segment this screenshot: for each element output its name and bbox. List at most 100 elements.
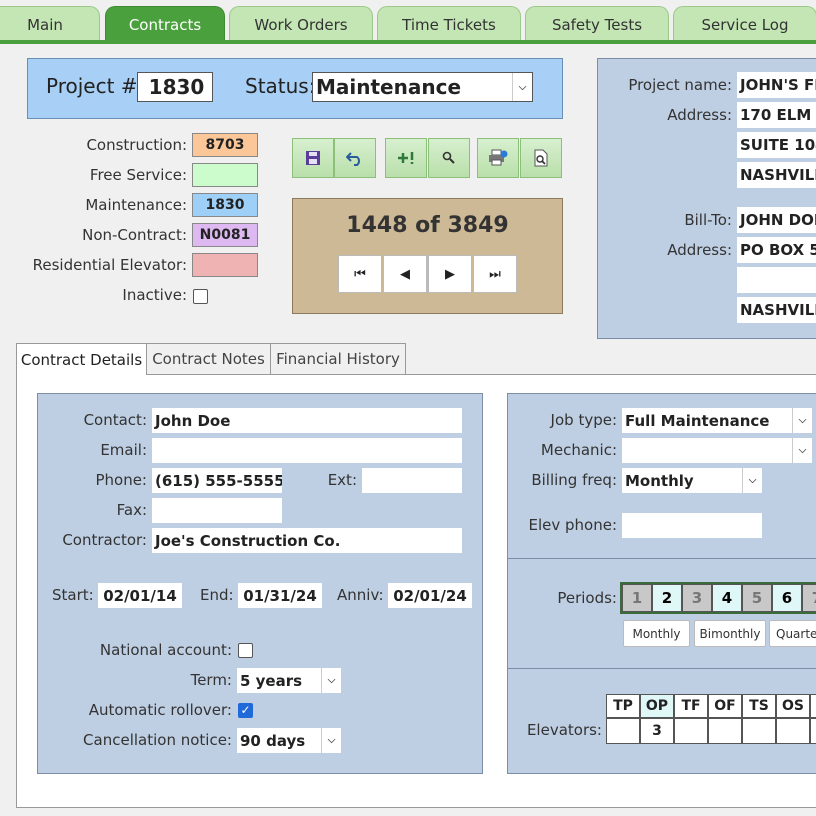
next-record-button[interactable]: ▶ — [428, 255, 472, 293]
bill-address-line3-value: NASHVILL — [740, 301, 816, 319]
period-3[interactable]: 3 — [682, 584, 712, 612]
chevron-down-icon[interactable]: ⌵ — [742, 468, 762, 493]
bill-to-field[interactable]: JOHN DOE — [737, 207, 816, 233]
undo-button[interactable] — [334, 138, 376, 178]
period-2[interactable]: 2 — [652, 584, 682, 612]
chevron-down-icon[interactable]: ⌵ — [792, 408, 812, 433]
period-4-label: 4 — [721, 589, 733, 607]
add-new-button[interactable] — [385, 138, 427, 178]
address-line1-field[interactable]: 170 ELM S — [737, 102, 816, 128]
elevator-count-of[interactable] — [708, 718, 742, 744]
tab-work-orders[interactable]: Work Orders — [229, 6, 373, 42]
periods-panel — [507, 558, 816, 670]
elevator-count-d[interactable] — [810, 718, 816, 744]
tab-contract-details[interactable]: Contract Details — [16, 343, 147, 375]
address-line3-value: NASHVILL — [740, 166, 816, 184]
tab-contract-details-label: Contract Details — [20, 350, 143, 369]
elevator-header-of-label: OF — [714, 698, 736, 714]
first-record-button[interactable]: ⏮ — [338, 255, 382, 293]
bill-address-line3-field[interactable]: NASHVILL — [737, 297, 816, 323]
contractor-label: Contractor: — [62, 531, 147, 549]
address-line3-field[interactable]: NASHVILL — [737, 162, 816, 188]
tab-service-log[interactable]: Service Log — [673, 6, 816, 42]
elevator-count-op[interactable]: 3 — [640, 718, 674, 744]
ext-label: Ext: — [327, 471, 357, 489]
non-contract-swatch: N0081 — [192, 223, 258, 247]
elevator-count-tp[interactable] — [606, 718, 640, 744]
tab-main[interactable]: Main — [0, 6, 100, 42]
elevator-header-os: OS — [776, 694, 810, 718]
job-type-label: Job type: — [550, 411, 617, 429]
contractor-field[interactable]: Joe's Construction Co. — [152, 528, 462, 553]
period-3-label: 3 — [691, 589, 703, 607]
phone-field[interactable]: (615) 555-5555 — [152, 468, 282, 493]
periods-label: Periods: — [557, 589, 617, 607]
mechanic-select[interactable]: ⌵ — [622, 438, 812, 463]
tab-financial-history[interactable]: Financial History — [270, 343, 406, 374]
bimonthly-button[interactable]: Bimonthly — [694, 620, 766, 647]
elevator-count-tf[interactable] — [674, 718, 708, 744]
elevator-count-os[interactable] — [776, 718, 810, 744]
project-number-field[interactable]: 1830 — [137, 72, 213, 102]
bill-address-line2-field[interactable] — [737, 267, 816, 293]
tab-contracts-label: Contracts — [128, 15, 202, 34]
job-type-value: Full Maintenance — [625, 411, 770, 430]
end-date-field[interactable]: 01/31/24 — [238, 583, 322, 608]
chevron-down-icon[interactable]: ⌵ — [512, 73, 532, 101]
search-button[interactable] — [428, 138, 470, 178]
inactive-checkbox[interactable] — [193, 289, 208, 304]
address-label: Address: — [667, 106, 732, 124]
term-select[interactable]: 5 years ⌵ — [237, 668, 341, 693]
elevator-header-op-label: OP — [645, 698, 669, 714]
print-button[interactable] — [477, 138, 519, 178]
ext-field[interactable] — [362, 468, 462, 493]
elevator-count-ts[interactable] — [742, 718, 776, 744]
first-record-icon: ⏮ — [354, 266, 366, 282]
print-icon — [489, 149, 508, 166]
start-date-field[interactable]: 02/01/14 — [98, 583, 182, 608]
elevator-header-tf: TF — [674, 694, 708, 718]
rollover-checkbox[interactable]: ✓ — [238, 703, 253, 718]
previous-record-button[interactable]: ◀ — [383, 255, 427, 293]
period-6[interactable]: 6 — [772, 584, 802, 612]
last-record-button[interactable]: ⏭ — [473, 255, 517, 293]
period-5[interactable]: 5 — [742, 584, 772, 612]
period-7[interactable]: 7 — [802, 584, 816, 612]
monthly-button[interactable]: Monthly — [623, 620, 690, 647]
last-record-icon: ⏭ — [489, 266, 501, 282]
elevator-header-op: OP — [640, 694, 674, 718]
chevron-down-icon[interactable]: ⌵ — [321, 728, 341, 753]
national-account-checkbox[interactable] — [238, 643, 253, 658]
bill-to-value: JOHN DOE — [740, 211, 816, 229]
bill-address-line1-field[interactable]: PO BOX 55 — [737, 237, 816, 263]
period-4[interactable]: 4 — [712, 584, 742, 612]
billing-freq-select[interactable]: Monthly ⌵ — [622, 468, 762, 493]
anniv-date-field[interactable]: 02/01/24 — [388, 583, 472, 608]
tab-safety-tests[interactable]: Safety Tests — [525, 6, 669, 42]
cancellation-select[interactable]: 90 days ⌵ — [237, 728, 341, 753]
project-name-field[interactable]: JOHN'S FI — [737, 72, 816, 98]
status-select[interactable]: Maintenance ⌵ — [312, 72, 533, 102]
save-button[interactable] — [292, 138, 334, 178]
add-icon — [398, 152, 414, 164]
chevron-down-icon[interactable]: ⌵ — [321, 668, 341, 693]
tab-contracts[interactable]: Contracts — [105, 6, 225, 42]
period-5-label: 5 — [751, 589, 763, 607]
quarterly-button[interactable]: Quarte — [769, 620, 816, 647]
tab-contract-notes[interactable]: Contract Notes — [146, 343, 271, 374]
tab-safety-tests-label: Safety Tests — [551, 15, 643, 34]
non-contract-value: N0081 — [199, 227, 251, 243]
print-preview-button[interactable] — [520, 138, 562, 178]
chevron-down-icon[interactable]: ⌵ — [792, 438, 812, 463]
address-line2-field[interactable]: SUITE 104 — [737, 132, 816, 158]
contact-field[interactable]: John Doe — [152, 408, 462, 433]
fax-field[interactable] — [152, 498, 282, 523]
elev-phone-field[interactable] — [622, 513, 762, 538]
status-label: Status: — [245, 74, 316, 98]
email-field[interactable] — [152, 438, 462, 463]
elevator-header-tp-label: TP — [613, 698, 633, 714]
quarterly-button-label: Quarte — [776, 626, 816, 641]
tab-time-tickets[interactable]: Time Tickets — [377, 6, 521, 42]
job-type-select[interactable]: Full Maintenance ⌵ — [622, 408, 812, 433]
period-1[interactable]: 1 — [622, 584, 652, 612]
